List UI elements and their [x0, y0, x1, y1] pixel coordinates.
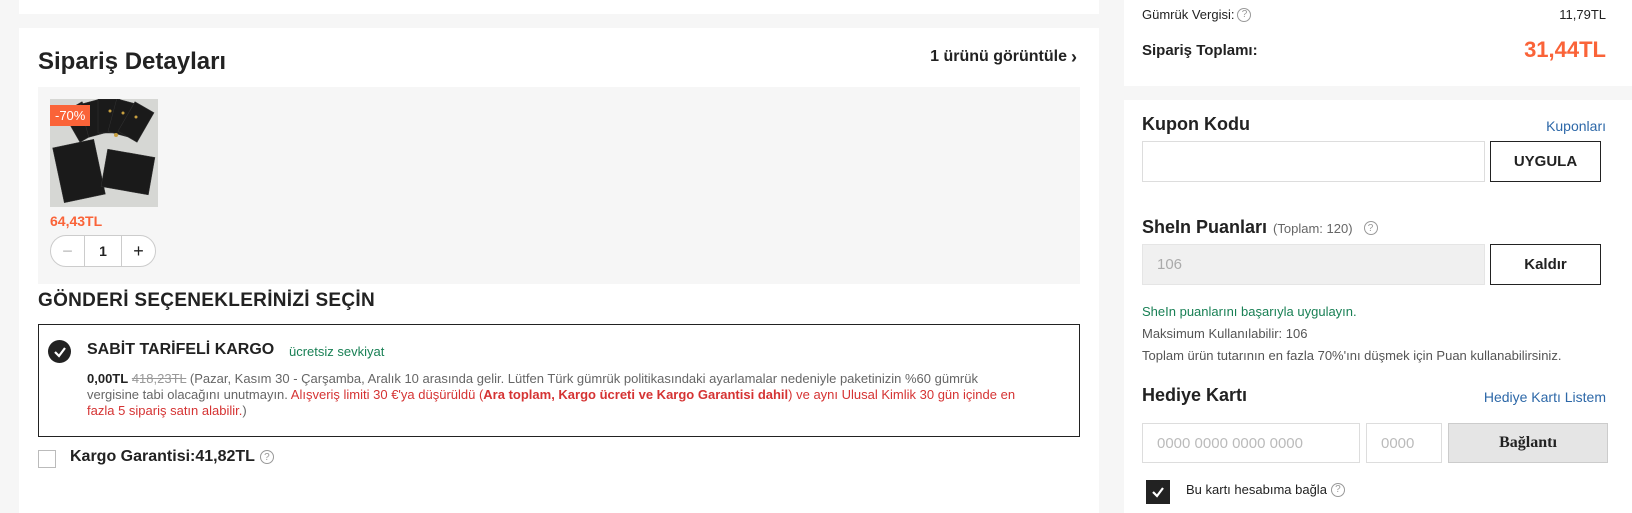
product-image[interactable]: -70%: [50, 99, 158, 207]
customs-duty-label: Gümrük Vergisi:: [1142, 7, 1235, 22]
discounts-panel: Kupon Kodu Kuponları UYGULA SheIn Puanla…: [1124, 100, 1632, 513]
shipping-option-description: 0,00TL 418,23TL (Pazar, Kasım 30 - Çarşa…: [87, 371, 1027, 419]
gift-card-connect-button[interactable]: Bağlantı: [1448, 423, 1608, 463]
points-max-usable: Maksimum Kullanılabilir: 106: [1142, 326, 1308, 341]
shipping-limit-note: Alışveriş limiti 30 €'ya düşürüldü (: [290, 387, 484, 402]
points-total-info: (Toplam: 120): [1273, 221, 1353, 236]
shipping-limit-bold: Ara toplam, Kargo ücreti ve Kargo Garant…: [483, 387, 789, 402]
points-success-message: SheIn puanlarını başarıyla uygulayın.: [1142, 304, 1357, 319]
check-icon: [1152, 487, 1164, 498]
order-details-title: Sipariş Detayları: [38, 48, 227, 75]
product-price: 64,43TL: [50, 213, 103, 229]
selected-check-icon: [48, 340, 71, 363]
shipping-guarantee-checkbox[interactable]: [38, 450, 56, 468]
shipping-option-name: SABİT TARİFELİ KARGO: [87, 341, 275, 358]
gift-card-list-link[interactable]: Hediye Kartı Listem: [1484, 389, 1606, 405]
quantity-stepper: − 1 +: [50, 235, 156, 267]
customs-duty-row: Gümrük Vergisi: ?: [1142, 7, 1252, 22]
order-total-value: 31,44TL: [1524, 37, 1606, 62]
bind-card-checkbox[interactable]: [1146, 480, 1170, 504]
chevron-right-icon: ›: [1071, 47, 1077, 67]
order-total-label: Sipariş Toplamı:: [1142, 42, 1258, 59]
shipping-price-old: 418,23TL: [131, 371, 187, 386]
discount-badge: -70%: [50, 105, 91, 126]
shipping-price-now: 0,00TL: [87, 371, 129, 386]
free-shipping-tag: ücretsiz sevkiyat: [289, 344, 385, 359]
shipping-desc-close: ): [242, 403, 247, 418]
points-usage-note: Toplam ürün tutarının en fazla 70%'ını d…: [1142, 348, 1562, 363]
view-products-label: 1 ürünü görüntüle: [930, 48, 1067, 65]
quantity-decrease-button[interactable]: −: [51, 236, 84, 266]
shipping-guarantee-label: Kargo Garantisi:41,82TL: [70, 448, 255, 465]
shipping-options-heading: GÖNDERİ SEÇENEKLERİNİZİ SEÇİN: [38, 290, 376, 311]
previous-section-strip: [19, 0, 1099, 14]
points-input[interactable]: 106: [1142, 244, 1485, 285]
order-details-panel: Sipariş Detayları 1 ürünü görüntüle › -7…: [19, 28, 1099, 513]
view-products-link[interactable]: 1 ürünü görüntüle ›: [930, 48, 1077, 66]
bind-card-row: Bu kartı hesabıma bağla ?: [1186, 482, 1345, 497]
shipping-guarantee-row: Kargo Garantisi:41,82TL ?: [70, 448, 274, 466]
help-icon[interactable]: ?: [1363, 221, 1378, 236]
help-icon[interactable]: ?: [1237, 7, 1252, 22]
apply-coupon-button[interactable]: UYGULA: [1490, 141, 1601, 182]
coupon-input[interactable]: [1142, 141, 1485, 182]
bind-card-label: Bu kartı hesabıma bağla: [1186, 482, 1327, 497]
help-icon[interactable]: ?: [259, 450, 274, 464]
coupon-title: Kupon Kodu: [1142, 114, 1250, 134]
gift-card-pin-input[interactable]: 0000: [1366, 423, 1442, 463]
quantity-value[interactable]: 1: [84, 236, 122, 266]
points-title-row: SheIn Puanları (Toplam: 120) ?: [1142, 217, 1378, 238]
shipping-option-flat-rate[interactable]: SABİT TARİFELİ KARGO ücretsiz sevkiyat 0…: [38, 324, 1080, 437]
product-list: -70% 64,43TL − 1 +: [38, 87, 1080, 284]
remove-points-button[interactable]: Kaldır: [1490, 244, 1601, 285]
customs-duty-value: 11,79TL: [1559, 7, 1606, 22]
coupons-link[interactable]: Kuponları: [1546, 118, 1606, 134]
quantity-increase-button[interactable]: +: [122, 236, 155, 266]
gift-card-number-input[interactable]: 0000 0000 0000 0000: [1142, 423, 1360, 463]
help-icon[interactable]: ?: [1330, 482, 1345, 497]
order-summary-panel: Gümrük Vergisi: ? 11,79TL Sipariş Toplam…: [1124, 0, 1632, 86]
points-title: SheIn Puanları: [1142, 217, 1268, 237]
gift-card-title: Hediye Kartı: [1142, 385, 1248, 405]
